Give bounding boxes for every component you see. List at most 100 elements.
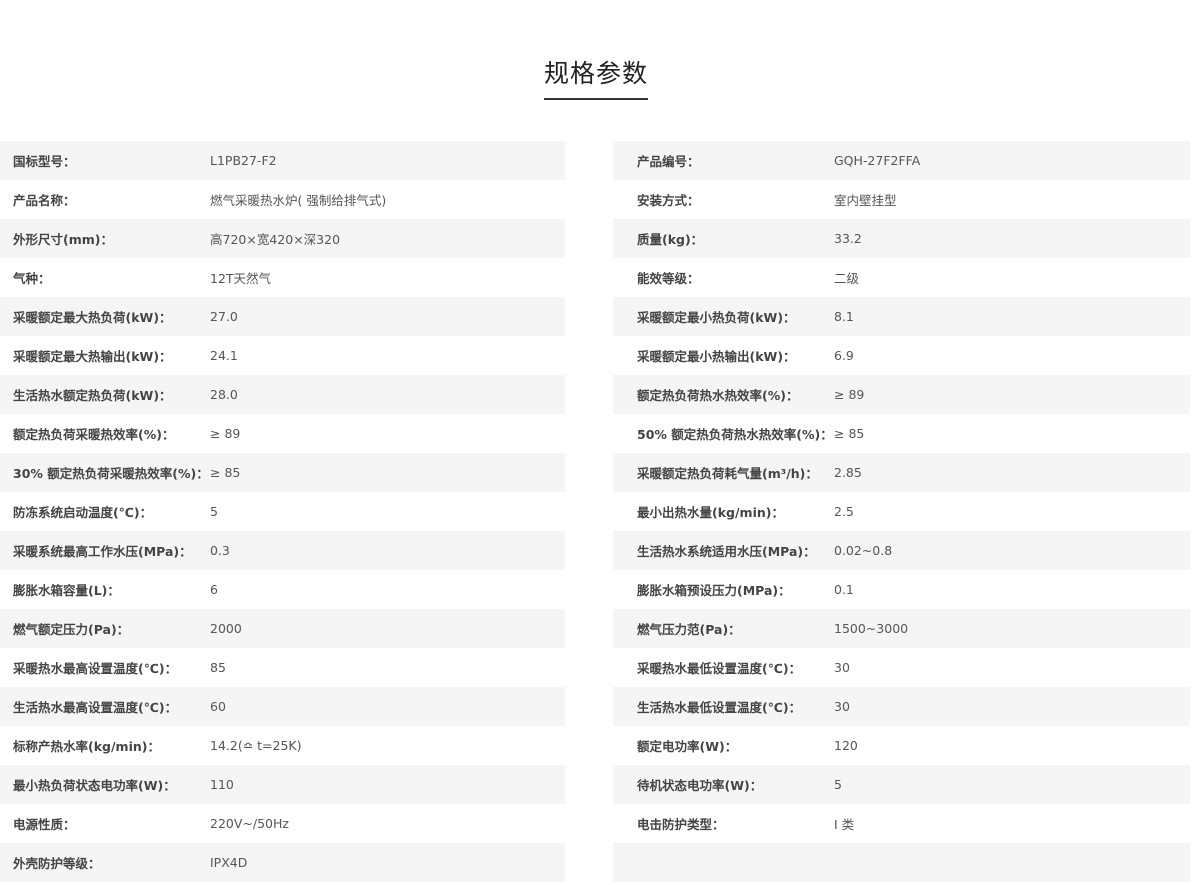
- spec-value: IPX4D: [210, 855, 248, 870]
- spec-row: 外形尺寸(mm)： 高720×宽420×深320: [0, 219, 565, 258]
- spec-label: 50% 额定热负荷热水热效率(%)：: [637, 427, 833, 442]
- spec-label: 30% 额定热负荷采暖热效率(%)：: [13, 466, 209, 481]
- spec-label: 最小出热水量(kg/min)：: [637, 505, 784, 520]
- spec-row: 防冻系统启动温度(℃)： 5: [0, 492, 565, 531]
- spec-row: 质量(kg)： 33.2: [613, 219, 1190, 258]
- spec-value: 8.1: [834, 309, 854, 324]
- spec-label: 生活热水最低设置温度(℃)：: [637, 700, 802, 715]
- spec-label: 膨胀水箱预设压力(MPa)：: [637, 583, 791, 598]
- spec-row: 30% 额定热负荷采暖热效率(%)： ≥ 85: [0, 453, 565, 492]
- spec-row-empty: [613, 843, 1190, 882]
- spec-label: 额定电功率(W)：: [637, 739, 738, 754]
- spec-label: 防冻系统启动温度(℃)：: [13, 505, 153, 520]
- spec-label: 产品编号：: [637, 154, 700, 169]
- spec-row: 气种： 12T天然气: [0, 258, 565, 297]
- spec-value: 0.02~0.8: [834, 543, 893, 558]
- spec-row: 燃气压力范(Pa)： 1500~3000: [613, 609, 1190, 648]
- spec-value: I 类: [834, 817, 855, 832]
- spec-label: 采暖额定热负荷耗气量(m³/h)：: [637, 466, 818, 481]
- spec-row: 额定热负荷热水热效率(%)： ≥ 89: [613, 375, 1190, 414]
- spec-label: 采暖额定最小热负荷(kW)：: [637, 310, 796, 325]
- spec-value: 110: [210, 777, 234, 792]
- spec-row: 电源性质： 220V~/50Hz: [0, 804, 565, 843]
- spec-value: 室内壁挂型: [834, 193, 897, 208]
- page-title: 规格参数: [543, 56, 648, 100]
- spec-value: 14.2(≏ t=25K): [210, 738, 302, 753]
- spec-value: 24.1: [210, 348, 238, 363]
- spec-value: 85: [210, 660, 226, 675]
- spec-row: 最小热负荷状态电功率(W)： 110: [0, 765, 565, 804]
- spec-label: 采暖热水最高设置温度(℃)：: [13, 661, 178, 676]
- spec-value: ≥ 89: [210, 426, 241, 441]
- spec-label: 能效等级：: [637, 271, 700, 286]
- spec-label: 采暖额定最大热负荷(kW)：: [13, 310, 172, 325]
- spec-label: 外形尺寸(mm)：: [13, 232, 113, 247]
- spec-label: 生活热水系统适用水压(MPa)：: [637, 544, 816, 559]
- spec-value: ≥ 89: [834, 387, 865, 402]
- spec-label: 采暖额定最大热输出(kW)：: [13, 349, 172, 364]
- spec-row: 产品编号： GQH-27F2FFA: [613, 141, 1190, 180]
- spec-row: 国标型号： L1PB27-F2: [0, 141, 565, 180]
- spec-row: 生活热水最低设置温度(℃)： 30: [613, 687, 1190, 726]
- spec-value: 12T天然气: [210, 271, 272, 286]
- spec-value: 5: [210, 504, 218, 519]
- spec-row: 安装方式： 室内壁挂型: [613, 180, 1190, 219]
- spec-label: 安装方式：: [637, 193, 700, 208]
- spec-row: 外壳防护等级： IPX4D: [0, 843, 565, 882]
- spec-row: 采暖额定最小热负荷(kW)： 8.1: [613, 297, 1190, 336]
- spec-label: 膨胀水箱容量(L)：: [13, 583, 120, 598]
- spec-row: 电击防护类型： I 类: [613, 804, 1190, 843]
- spec-label: 气种：: [13, 271, 51, 286]
- spec-value: 30: [834, 699, 850, 714]
- spec-value: 27.0: [210, 309, 238, 324]
- spec-label: 采暖额定最小热输出(kW)：: [637, 349, 796, 364]
- spec-label: 标称产热水率(kg/min)：: [13, 739, 160, 754]
- spec-row: 50% 额定热负荷热水热效率(%)： ≥ 85: [613, 414, 1190, 453]
- spec-value: 6.9: [834, 348, 854, 363]
- spec-value: 0.1: [834, 582, 854, 597]
- spec-label: 采暖系统最高工作水压(MPa)：: [13, 544, 192, 559]
- spec-label: 外壳防护等级：: [13, 856, 101, 871]
- spec-row: 额定热负荷采暖热效率(%)： ≥ 89: [0, 414, 565, 453]
- spec-label: 待机状态电功率(W)：: [637, 778, 763, 793]
- spec-value: 1500~3000: [834, 621, 909, 636]
- spec-label: 燃气压力范(Pa)：: [637, 622, 741, 637]
- spec-row: 能效等级： 二级: [613, 258, 1190, 297]
- spec-value: 6: [210, 582, 218, 597]
- spec-row: 标称产热水率(kg/min)： 14.2(≏ t=25K): [0, 726, 565, 765]
- spec-label: 电击防护类型：: [637, 817, 725, 832]
- spec-row: 采暖额定热负荷耗气量(m³/h)： 2.85: [613, 453, 1190, 492]
- spec-label: 采暖热水最低设置温度(℃)：: [637, 661, 802, 676]
- spec-value: L1PB27-F2: [210, 153, 277, 168]
- spec-label: 质量(kg)：: [637, 232, 704, 247]
- spec-row: 采暖系统最高工作水压(MPa)： 0.3: [0, 531, 565, 570]
- spec-value: GQH-27F2FFA: [834, 153, 921, 168]
- spec-label: 额定热负荷热水热效率(%)：: [637, 388, 799, 403]
- spec-row: 采暖额定最大热输出(kW)： 24.1: [0, 336, 565, 375]
- spec-row: 产品名称： 燃气采暖热水炉( 强制给排气式): [0, 180, 565, 219]
- spec-table-left: 国标型号： L1PB27-F2 产品名称： 燃气采暖热水炉( 强制给排气式) 外形尺…: [0, 141, 565, 882]
- spec-value: 120: [834, 738, 858, 753]
- spec-value: 二级: [834, 271, 860, 286]
- spec-row: 采暖热水最高设置温度(℃)： 85: [0, 648, 565, 687]
- spec-label: 产品名称：: [13, 193, 76, 208]
- spec-value: 燃气采暖热水炉( 强制给排气式): [210, 193, 387, 208]
- spec-row: 膨胀水箱预设压力(MPa)： 0.1: [613, 570, 1190, 609]
- spec-value: ≥ 85: [834, 426, 865, 441]
- spec-label: 国标型号：: [13, 154, 76, 169]
- spec-row: 生活热水额定热负荷(kW)： 28.0: [0, 375, 565, 414]
- spec-label: 最小热负荷状态电功率(W)：: [13, 778, 176, 793]
- spec-row: 膨胀水箱容量(L)： 6: [0, 570, 565, 609]
- spec-row: 生活热水系统适用水压(MPa)： 0.02~0.8: [613, 531, 1190, 570]
- spec-value: 30: [834, 660, 850, 675]
- spec-table-right: 产品编号： GQH-27F2FFA 安装方式： 室内壁挂型 质量(kg)： 33.2 …: [613, 141, 1190, 882]
- spec-row: 采暖热水最低设置温度(℃)： 30: [613, 648, 1190, 687]
- spec-row: 额定电功率(W)： 120: [613, 726, 1190, 765]
- spec-row: 生活热水最高设置温度(℃)： 60: [0, 687, 565, 726]
- spec-row: 采暖额定最大热负荷(kW)： 27.0: [0, 297, 565, 336]
- spec-value: 0.3: [210, 543, 230, 558]
- spec-value: 220V~/50Hz: [210, 816, 289, 831]
- spec-row: 最小出热水量(kg/min)： 2.5: [613, 492, 1190, 531]
- spec-value: 60: [210, 699, 226, 714]
- spec-value: 28.0: [210, 387, 238, 402]
